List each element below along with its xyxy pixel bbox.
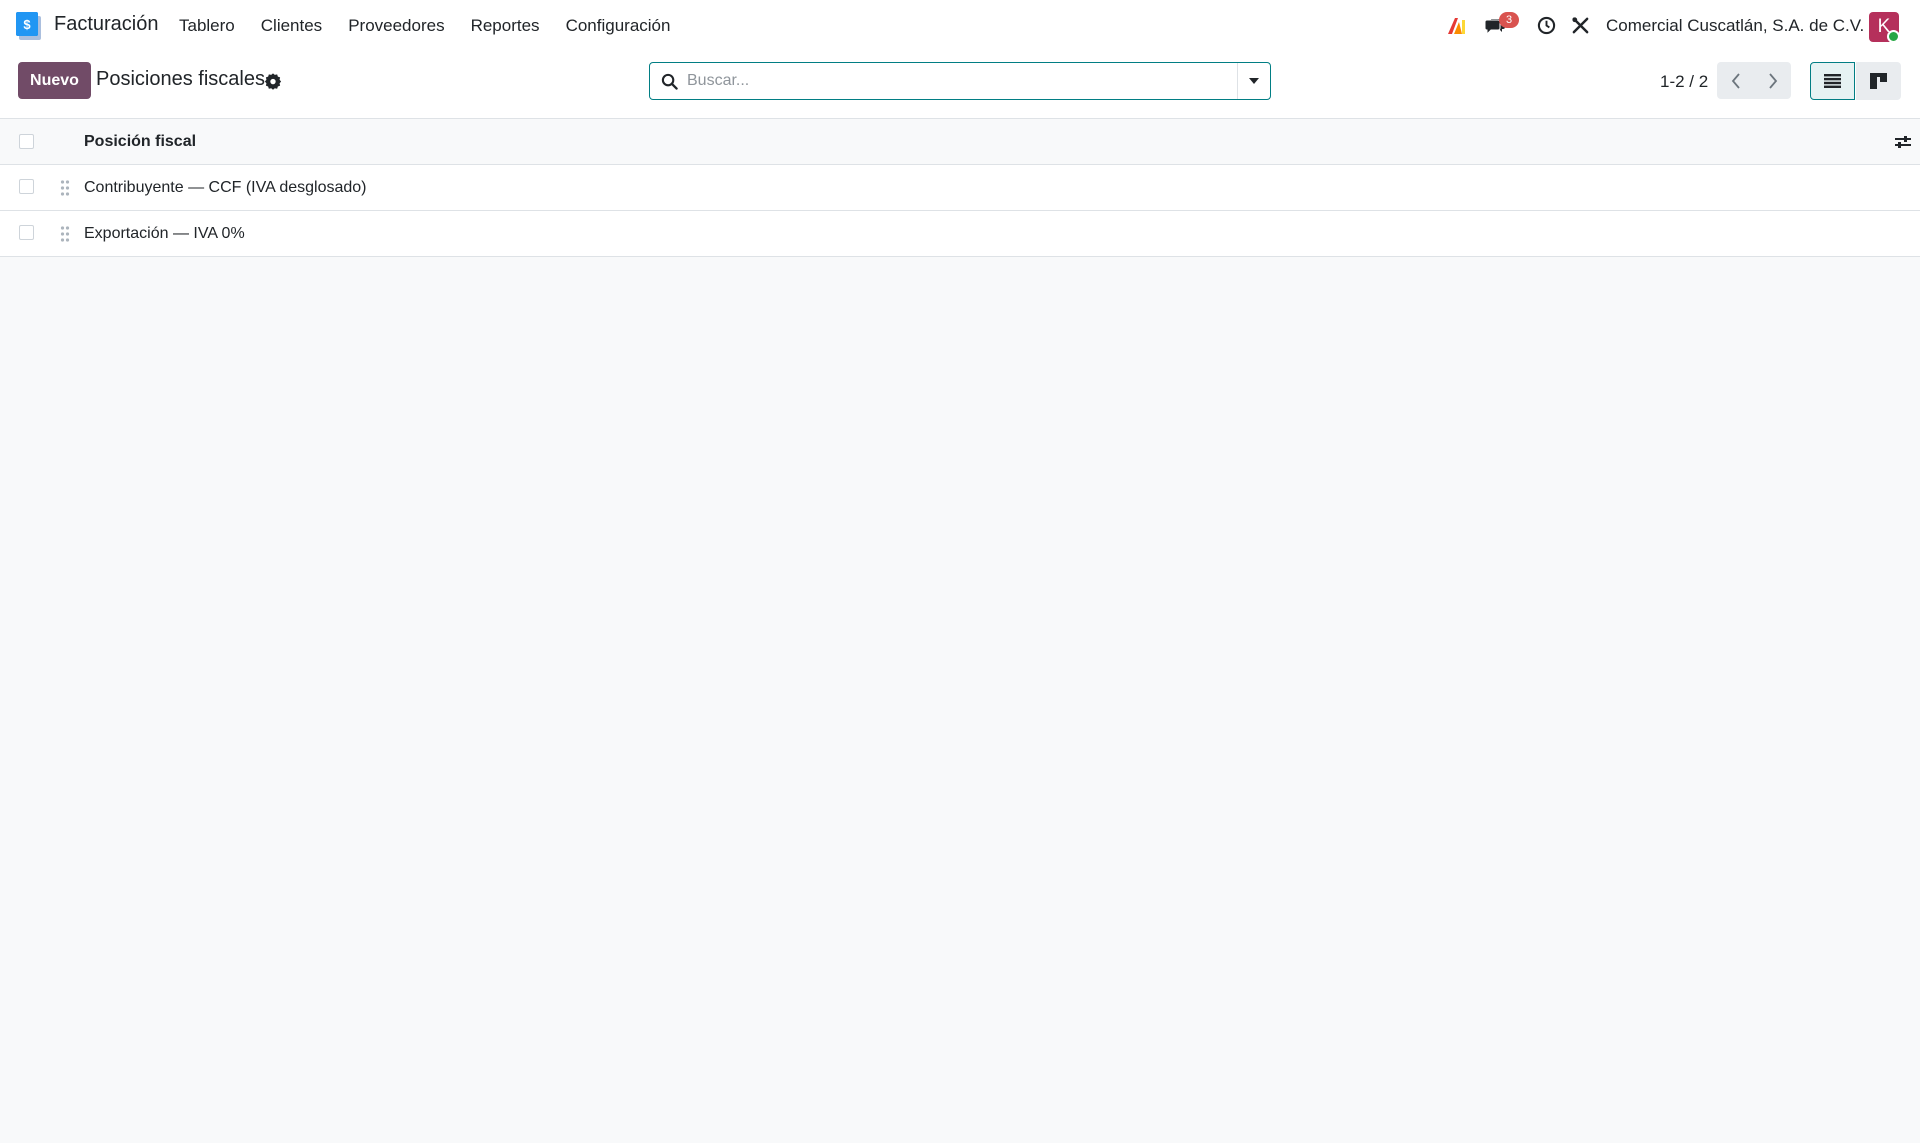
kanban-icon	[1870, 73, 1887, 89]
pager-previous-button[interactable]	[1717, 62, 1754, 99]
app-logo-icon[interactable]: $	[16, 12, 42, 40]
row-checkbox[interactable]	[19, 225, 34, 240]
menu-item-configuracion[interactable]: Configuración	[553, 16, 684, 36]
list-header: Posición fiscal	[0, 119, 1920, 165]
menu-item-clientes[interactable]: Clientes	[248, 16, 335, 36]
drag-handle-icon[interactable]	[60, 179, 70, 197]
kanban-view-button[interactable]	[1856, 62, 1901, 100]
main-menu: Tablero Clientes Proveedores Reportes Co…	[166, 0, 683, 52]
top-navbar: $ Facturación Tablero Clientes Proveedor…	[0, 0, 1920, 52]
menu-item-proveedores[interactable]: Proveedores	[335, 16, 457, 36]
column-header-fiscal-position[interactable]: Posición fiscal	[84, 133, 196, 151]
pager-value[interactable]: 1-2 / 2	[1660, 72, 1708, 92]
fiscal-position-name: Exportación — IVA 0%	[84, 225, 245, 242]
optional-columns-icon[interactable]	[1894, 133, 1912, 151]
search-bar	[649, 62, 1271, 100]
fiscal-positions-list: Posición fiscal Contribuyente — CCF (IVA…	[0, 119, 1920, 257]
drag-handle-icon[interactable]	[60, 225, 70, 243]
list-view-button[interactable]	[1810, 62, 1855, 100]
menu-item-reportes[interactable]: Reportes	[458, 16, 553, 36]
messages-badge: 3	[1499, 12, 1519, 28]
app-name[interactable]: Facturación	[54, 13, 159, 36]
online-status-dot	[1887, 30, 1900, 43]
search-options-toggle[interactable]	[1237, 63, 1270, 99]
svg-text:$: $	[23, 17, 31, 32]
control-panel: Nuevo Posiciones fiscales 1-2 / 2	[0, 52, 1920, 119]
list-icon	[1824, 74, 1841, 88]
menu-item-tablero[interactable]: Tablero	[166, 16, 248, 36]
row-checkbox[interactable]	[19, 179, 34, 194]
tools-icon[interactable]	[1571, 16, 1590, 35]
company-switcher[interactable]: Comercial Cuscatlán, S.A. de C.V.	[1606, 16, 1864, 36]
ai-icon[interactable]	[1446, 16, 1466, 36]
caret-down-icon	[1249, 78, 1259, 84]
gear-icon[interactable]	[264, 72, 282, 90]
new-button[interactable]: Nuevo	[18, 62, 91, 99]
search-icon	[661, 73, 678, 90]
search-input[interactable]	[687, 66, 1227, 96]
select-all-checkbox[interactable]	[19, 134, 34, 149]
fiscal-position-name: Contribuyente — CCF (IVA desglosado)	[84, 179, 367, 196]
page-title: Posiciones fiscales	[96, 68, 265, 90]
chevron-left-icon	[1731, 72, 1740, 89]
table-row[interactable]: Contribuyente — CCF (IVA desglosado)	[0, 165, 1920, 211]
clock-icon[interactable]	[1537, 16, 1556, 35]
pager-next-button[interactable]	[1754, 62, 1791, 99]
chevron-right-icon	[1768, 72, 1777, 89]
table-row[interactable]: Exportación — IVA 0%	[0, 211, 1920, 257]
